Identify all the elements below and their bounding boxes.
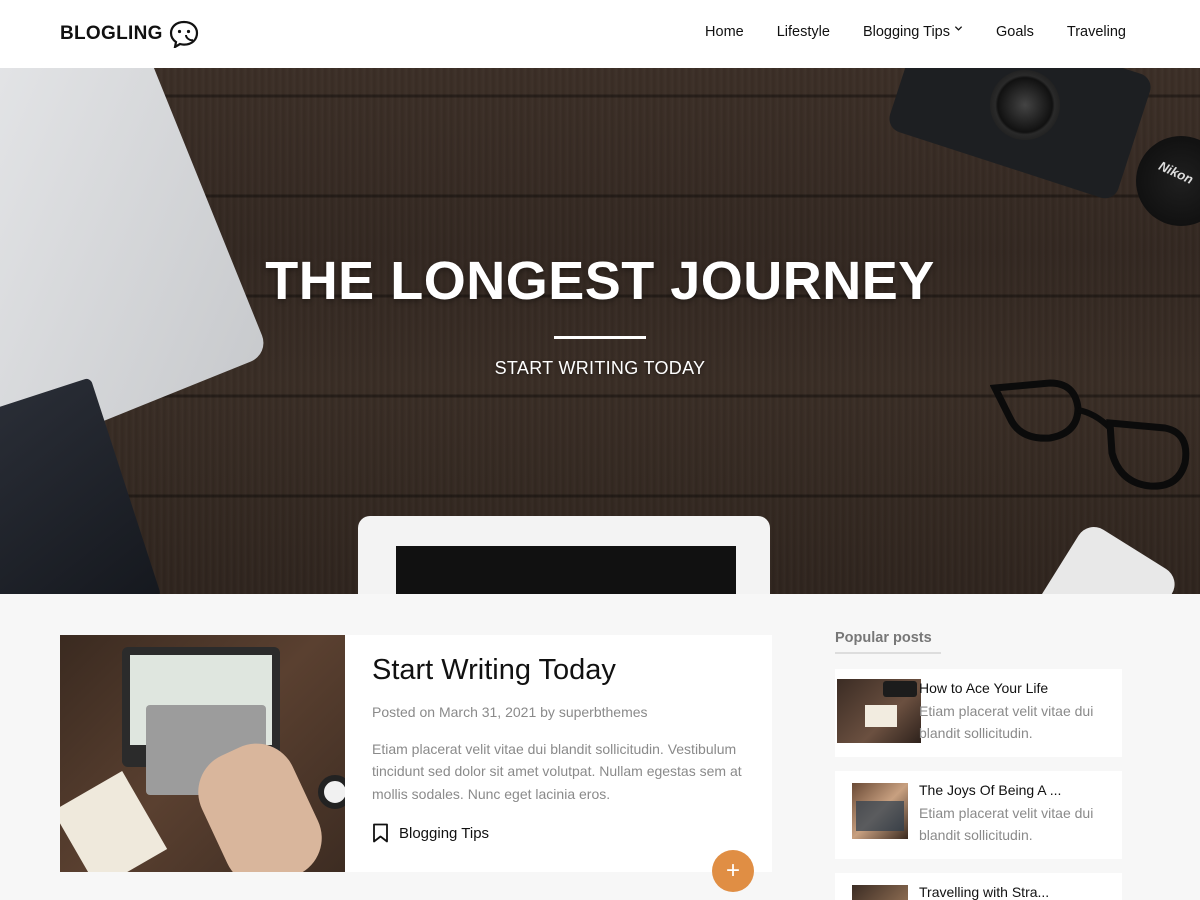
popular-post-title[interactable]: Travelling with Stra... xyxy=(919,884,1049,900)
logo-text: BLOGLING xyxy=(60,23,163,44)
nav-item-goals[interactable]: Goals xyxy=(996,24,1034,40)
thumb-person-shape xyxy=(856,801,904,831)
post-meta: Posted on March 31, 2021 by superbthemes xyxy=(372,704,752,720)
hero-banner: Nikon THE LONGEST JOURNEY START WRITING … xyxy=(0,68,1200,594)
post-excerpt: Etiam placerat velit vitae dui blandit s… xyxy=(372,740,742,802)
hero-divider xyxy=(554,336,646,339)
post-meta-prefix: Posted on xyxy=(372,703,436,720)
nav-label: Home xyxy=(705,24,744,40)
popular-post-title[interactable]: The Joys Of Being A ... xyxy=(919,782,1061,798)
nav-label: Goals xyxy=(996,24,1034,40)
post-category[interactable]: Blogging Tips xyxy=(372,823,752,843)
thumb-camera-shape xyxy=(883,681,917,697)
popular-post-thumbnail[interactable] xyxy=(852,783,908,839)
post-date[interactable]: March 31, 2021 xyxy=(439,704,536,720)
main-nav: Home Lifestyle Blogging Tips Goals Trave… xyxy=(705,24,1126,40)
popular-post-item[interactable]: Travelling with Stra... xyxy=(835,873,1122,900)
plus-button[interactable]: + xyxy=(712,850,754,892)
popular-post-item[interactable]: How to Ace Your Life Etiam placerat veli… xyxy=(835,669,1122,757)
nav-item-home[interactable]: Home xyxy=(705,24,744,40)
nav-label: Traveling xyxy=(1066,24,1126,40)
speech-bubble-face-icon xyxy=(169,20,198,48)
post-category-label: Blogging Tips xyxy=(399,824,490,842)
popular-post-title[interactable]: How to Ace Your Life xyxy=(919,680,1048,696)
thumb-notebook-shape xyxy=(865,705,897,727)
popular-post-excerpt: Etiam placerat velit vitae dui blandit s… xyxy=(919,805,1094,843)
post-author[interactable]: superbthemes xyxy=(559,704,648,720)
site-header: BLOGLING Home Lifestyle Blogging Tips Go… xyxy=(0,0,1200,68)
thumb-cup-shape xyxy=(318,775,345,809)
post-meta-by: by xyxy=(540,703,555,720)
site-logo[interactable]: BLOGLING xyxy=(60,20,199,48)
post-card: Start Writing Today Posted on March 31, … xyxy=(60,635,772,872)
post-title[interactable]: Start Writing Today xyxy=(372,653,752,688)
chevron-down-icon xyxy=(954,25,963,31)
bookmark-icon xyxy=(373,823,388,843)
popular-posts-heading: Popular posts xyxy=(835,630,941,654)
popular-post-thumbnail[interactable] xyxy=(837,679,921,743)
popular-post-item[interactable]: The Joys Of Being A ... Etiam placerat v… xyxy=(835,771,1122,859)
popular-post-excerpt: Etiam placerat velit vitae dui blandit s… xyxy=(919,703,1094,741)
hero-content: THE LONGEST JOURNEY START WRITING TODAY xyxy=(0,68,1200,594)
hero-subtitle: START WRITING TODAY xyxy=(494,358,706,378)
nav-item-traveling[interactable]: Traveling xyxy=(1067,24,1126,40)
nav-label: Blogging Tips xyxy=(862,24,950,40)
post-thumbnail[interactable] xyxy=(60,635,345,872)
popular-post-thumbnail[interactable] xyxy=(852,885,908,900)
nav-item-lifestyle[interactable]: Lifestyle xyxy=(777,24,830,40)
nav-item-blogging-tips[interactable]: Blogging Tips xyxy=(863,24,963,40)
nav-label: Lifestyle xyxy=(776,24,830,40)
hero-title: THE LONGEST JOURNEY xyxy=(265,251,935,311)
post-body: Start Writing Today Posted on March 31, … xyxy=(372,653,752,843)
